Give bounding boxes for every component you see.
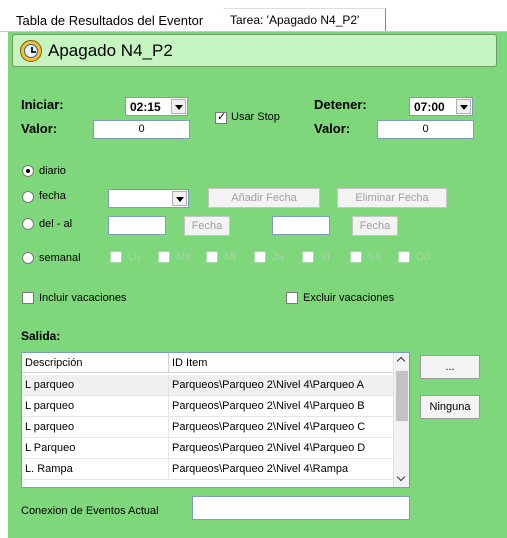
use-stop-label: Usar Stop — [231, 111, 280, 123]
date-radio[interactable] — [22, 191, 34, 203]
day-checkbox-do[interactable] — [398, 251, 410, 263]
stop-value-label: Valor: — [314, 121, 351, 136]
chevron-down-icon[interactable] — [172, 191, 187, 206]
daily-radio[interactable] — [22, 165, 34, 177]
daily-label: diario — [39, 165, 66, 177]
include-vacations-checkbox[interactable] — [22, 292, 34, 304]
task-title: Apagado N4_P2 — [48, 41, 173, 60]
start-time-select[interactable]: 02:15 — [125, 97, 188, 116]
output-label: Salida: — [21, 329, 61, 343]
tab-task[interactable]: Tarea: 'Apagado N4_P2' — [223, 8, 386, 32]
title-bar: Apagado N4_P2 — [12, 34, 497, 67]
tab-event-results[interactable]: Tabla de Resultados del Eventor — [16, 10, 203, 32]
weekly-radio[interactable] — [22, 252, 34, 264]
column-header-description[interactable]: Descripción — [22, 353, 169, 373]
day-label-ju: Ju — [272, 251, 284, 263]
to-date-button[interactable]: Fecha — [352, 216, 398, 236]
scroll-up-icon[interactable] — [394, 353, 409, 369]
table-row[interactable]: L Parqueo Parqueos\Parqueo 2\Nivel 4\Par… — [22, 438, 393, 459]
day-label-sa: Sa — [368, 251, 382, 263]
exclude-vacations-checkbox[interactable] — [286, 292, 298, 304]
none-button[interactable]: Ninguna — [420, 395, 480, 419]
day-label-mi: Mi — [224, 251, 236, 263]
date-select[interactable] — [108, 189, 189, 208]
chevron-down-icon[interactable] — [456, 99, 471, 114]
remove-date-button[interactable]: Eliminar Fecha — [337, 188, 447, 208]
date-label: fecha — [39, 190, 66, 202]
connection-label: Conexion de Eventos Actual — [21, 505, 159, 517]
weekly-label: semanal — [39, 252, 81, 264]
table-scrollbar[interactable] — [393, 353, 409, 487]
scroll-thumb[interactable] — [396, 371, 408, 421]
from-date-button[interactable]: Fecha — [184, 216, 230, 236]
table-header: Descripción ID Item — [22, 353, 393, 373]
day-checkbox-vi[interactable] — [302, 251, 314, 263]
table-row[interactable]: L. Rampa Parqueos\Parqueo 2\Nivel 4\Ramp… — [22, 459, 393, 480]
start-label: Iniciar: — [21, 97, 64, 112]
stop-time-select[interactable]: 07:00 — [409, 97, 473, 116]
day-checkbox-ju[interactable] — [254, 251, 266, 263]
include-vacations-label: Incluir vacaciones — [39, 292, 127, 304]
connection-field[interactable] — [192, 496, 410, 520]
exclude-vacations-label: Excluir vacaciones — [303, 292, 395, 304]
day-label-ma: Ma — [176, 251, 192, 263]
stop-value-field[interactable]: 0 — [377, 120, 474, 139]
day-label-lu: Lu — [128, 251, 141, 263]
ellipsis-button[interactable]: ... — [420, 355, 480, 379]
stop-label: Detener: — [314, 97, 367, 112]
scroll-down-icon[interactable] — [394, 471, 409, 487]
clock-icon — [20, 40, 42, 62]
day-label-vi: Vi — [320, 251, 330, 263]
start-value-field[interactable]: 0 — [93, 120, 190, 139]
output-table: Descripción ID Item L parqueo Parqueos\P… — [21, 352, 410, 488]
column-header-id-item[interactable]: ID Item — [169, 353, 393, 373]
start-value-label: Valor: — [21, 121, 58, 136]
add-date-button[interactable]: Añadir Fecha — [208, 188, 320, 208]
table-row[interactable]: L parqueo Parqueos\Parqueo 2\Nivel 4\Par… — [22, 396, 393, 417]
range-to-field[interactable] — [272, 216, 330, 235]
tab-strip: Tabla de Resultados del Eventor Tarea: '… — [0, 0, 507, 32]
range-label: del - al — [39, 218, 73, 230]
day-checkbox-mi[interactable] — [206, 251, 218, 263]
range-radio[interactable] — [22, 218, 34, 230]
day-checkbox-ma[interactable] — [158, 251, 170, 263]
range-from-field[interactable] — [108, 216, 166, 235]
table-row[interactable]: L parqueo Parqueos\Parqueo 2\Nivel 4\Par… — [22, 375, 393, 396]
chevron-down-icon[interactable] — [171, 99, 186, 114]
day-label-do: Do — [416, 251, 431, 263]
use-stop-checkbox[interactable] — [215, 110, 227, 124]
day-checkbox-sa[interactable] — [350, 251, 362, 263]
day-checkbox-lu[interactable] — [110, 251, 122, 263]
table-row[interactable]: L parqueo Parqueos\Parqueo 2\Nivel 4\Par… — [22, 417, 393, 438]
